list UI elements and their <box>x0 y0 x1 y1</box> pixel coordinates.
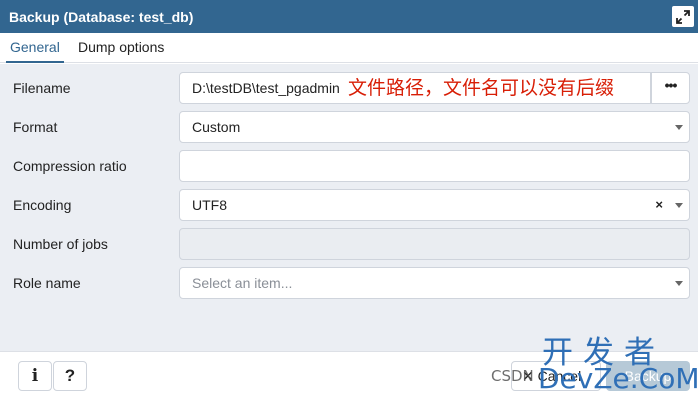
compression-label: Compression ratio <box>13 158 127 174</box>
dialog-titlebar: Backup (Database: test_db) <box>0 0 698 33</box>
role-label: Role name <box>13 275 81 291</box>
format-label: Format <box>13 119 58 135</box>
compression-row: Compression ratio <box>0 150 698 182</box>
tab-dump-options[interactable]: Dump options <box>74 33 168 63</box>
clear-icon[interactable]: × <box>655 190 663 220</box>
chevron-down-icon <box>675 281 683 286</box>
encoding-row: Encoding UTF8 × <box>0 189 698 221</box>
watermark-en: DevZe.CoM <box>538 362 698 395</box>
filename-label: Filename <box>13 80 71 96</box>
encoding-label: Encoding <box>13 197 72 213</box>
chevron-down-icon <box>675 125 683 130</box>
jobs-row: Number of jobs <box>0 228 698 260</box>
info-icon: i <box>31 366 39 386</box>
filename-value: D:\testDB\test_pgadmin <box>192 80 340 96</box>
role-select[interactable]: Select an item... <box>179 267 690 299</box>
filename-row: Filename D:\testDB\test_pgadmin 文件路径，文件名… <box>0 72 698 104</box>
format-select[interactable]: Custom <box>179 111 690 143</box>
ellipsis-icon: ••• <box>664 77 678 93</box>
format-row: Format Custom <box>0 111 698 143</box>
encoding-select[interactable]: UTF8 × <box>179 189 690 221</box>
filename-annotation: 文件路径，文件名可以没有后缀 <box>348 77 615 99</box>
browse-button[interactable]: ••• <box>651 72 690 104</box>
jobs-input[interactable] <box>179 228 690 260</box>
watermark-csdn: CSDN <box>491 367 534 385</box>
encoding-value: UTF8 <box>192 197 227 213</box>
format-value: Custom <box>192 119 241 135</box>
filename-input[interactable]: D:\testDB\test_pgadmin 文件路径，文件名可以没有后缀 <box>179 72 651 104</box>
expand-icon <box>676 9 690 24</box>
dialog-title: Backup (Database: test_db) <box>9 8 194 25</box>
jobs-label: Number of jobs <box>13 236 108 252</box>
info-button[interactable]: i <box>18 361 52 391</box>
form-panel: Filename D:\testDB\test_pgadmin 文件路径，文件名… <box>0 64 698 351</box>
role-placeholder: Select an item... <box>192 275 293 291</box>
role-row: Role name Select an item... <box>0 267 698 299</box>
maximize-button[interactable] <box>672 6 694 27</box>
compression-input[interactable] <box>179 150 690 182</box>
help-button[interactable]: ? <box>53 361 87 391</box>
tab-bar: General Dump options <box>0 33 698 63</box>
help-icon: ? <box>64 366 76 385</box>
chevron-down-icon <box>675 203 683 208</box>
tab-general[interactable]: General <box>6 33 64 63</box>
